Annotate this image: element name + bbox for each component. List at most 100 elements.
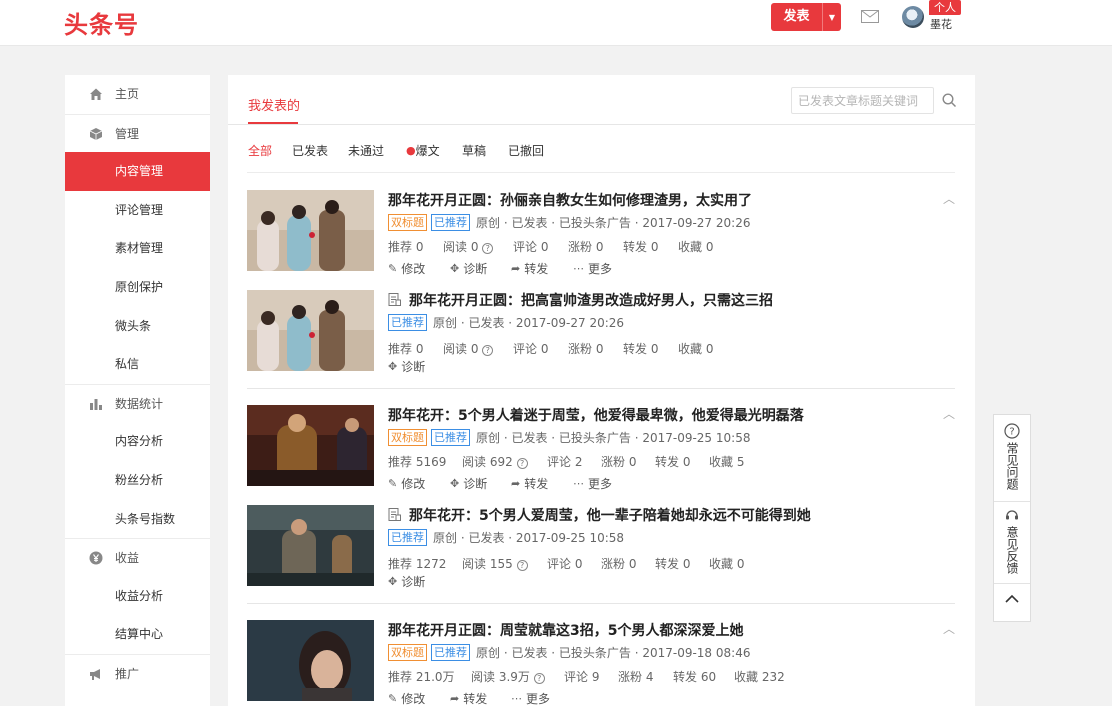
search-input[interactable] bbox=[791, 87, 934, 114]
feedback-button[interactable]: 意见反馈 bbox=[994, 507, 1030, 574]
filter-rejected[interactable]: 未通过 bbox=[348, 142, 406, 159]
yen-icon bbox=[89, 551, 103, 565]
filter-published[interactable]: 已发表 bbox=[292, 142, 348, 159]
sidebar-item-promotion[interactable]: 推广 bbox=[65, 653, 210, 693]
sidebar-item-content-manage[interactable]: 内容管理 bbox=[65, 152, 210, 191]
tab-my-published[interactable]: 我发表的 bbox=[248, 95, 300, 114]
publish-button[interactable]: 发表 ▼ bbox=[771, 3, 841, 31]
sidebar-item-comment-manage[interactable]: 评论管理 bbox=[65, 191, 210, 230]
divider bbox=[994, 583, 1030, 584]
filter-all[interactable]: 全部 bbox=[248, 142, 292, 159]
edit-button[interactable]: ✎ 修改 bbox=[388, 475, 450, 492]
filter-draft[interactable]: 草稿 bbox=[462, 142, 508, 159]
back-to-top-button[interactable] bbox=[994, 593, 1030, 608]
mail-icon[interactable] bbox=[861, 10, 879, 23]
article-title[interactable]: 那年花开：5个男人着迷于周莹，他爱得最卑微，他爱得最光明磊落 bbox=[388, 405, 804, 425]
pencil-icon: ✎ bbox=[388, 477, 398, 490]
article-meta-text: 原创 · 已发表 · 已投头条广告 · 2017-09-27 20:26 bbox=[476, 216, 751, 230]
avatar[interactable] bbox=[902, 6, 924, 28]
filter-withdrawn[interactable]: 已撤回 bbox=[508, 142, 558, 159]
publish-button-label[interactable]: 发表 bbox=[771, 3, 822, 31]
question-icon[interactable]: ? bbox=[482, 243, 494, 254]
share-button[interactable]: ➦ 转发 bbox=[511, 260, 573, 277]
chevron-up-icon[interactable]: ︿ bbox=[943, 620, 955, 637]
sidebar-item-material-manage[interactable]: 素材管理 bbox=[65, 229, 210, 268]
status-filter-bar: 全部 已发表 未通过 ● 爆文 草稿 已撤回 bbox=[248, 142, 558, 159]
article-thumbnail[interactable] bbox=[247, 620, 374, 701]
article-title[interactable]: 那年花开月正圆：把高富帅渣男改造成好男人，只需这三招 bbox=[409, 293, 773, 309]
stat-comment: 评论 0 bbox=[547, 557, 583, 571]
more-button[interactable]: ⋯ 更多 bbox=[573, 260, 612, 277]
diagnose-button[interactable]: ✥ 诊断 bbox=[450, 260, 511, 277]
diagnose-button[interactable]: ✥ 诊断 bbox=[388, 358, 425, 375]
stat-read-value: 阅读 0 bbox=[443, 240, 479, 254]
sidebar-item-account-index[interactable]: 头条号指数 bbox=[65, 500, 210, 539]
article-title[interactable]: 那年花开月正圆：孙俪亲自教女生如何修理渣男，太实用了 bbox=[388, 190, 752, 210]
question-icon[interactable]: ? bbox=[516, 458, 528, 469]
article-stats: 推荐 0 阅读 0 ? 评论 0 涨粉 0 转发 0 收藏 0 bbox=[388, 238, 713, 255]
share-label: 转发 bbox=[463, 692, 488, 706]
filter-hot[interactable]: ● 爆文 bbox=[406, 142, 462, 159]
article-actions: ✎ 修改 ➦ 转发 ⋯ 更多 bbox=[388, 690, 550, 706]
more-button[interactable]: ⋯ 更多 bbox=[573, 475, 612, 492]
stat-fans: 涨粉 0 bbox=[601, 455, 637, 469]
edit-button[interactable]: ✎ 修改 bbox=[388, 690, 450, 706]
logo[interactable]: 头条号 bbox=[64, 5, 139, 40]
top-header: 头条号 发表 ▼ 个人 墨花 bbox=[0, 0, 1112, 46]
chevron-up-icon[interactable]: ︿ bbox=[943, 190, 955, 207]
sidebar-item-income[interactable]: 收益 bbox=[65, 538, 210, 577]
question-icon[interactable]: ? bbox=[482, 345, 494, 356]
sidebar-item-original-protect[interactable]: 原创保护 bbox=[65, 268, 210, 307]
article-thumbnail[interactable] bbox=[247, 290, 374, 371]
article-thumbnail[interactable] bbox=[247, 190, 374, 271]
chevron-down-icon[interactable]: ▼ bbox=[822, 3, 841, 31]
edit-button[interactable]: ✎ 修改 bbox=[388, 260, 450, 277]
feedback-label: 意见反馈 bbox=[1005, 526, 1019, 574]
sidebar-item-messages[interactable]: 私信 bbox=[65, 345, 210, 384]
article-thumbnail[interactable] bbox=[247, 405, 374, 486]
megaphone-icon bbox=[90, 668, 100, 680]
article-thumbnail[interactable] bbox=[247, 505, 374, 586]
cube-icon bbox=[89, 127, 103, 140]
more-button[interactable]: ⋯ 更多 bbox=[511, 690, 550, 706]
stat-read-value: 阅读 155 bbox=[462, 557, 513, 571]
faq-button[interactable]: ? 常见问题 bbox=[994, 423, 1030, 490]
question-icon[interactable]: ? bbox=[516, 560, 528, 571]
diagnose-button[interactable]: ✥ 诊断 bbox=[388, 573, 425, 590]
stat-read: 阅读 0 ? bbox=[443, 238, 513, 255]
article-actions: ✥ 诊断 bbox=[388, 358, 425, 375]
sidebar-item-manage[interactable]: 管理 bbox=[65, 113, 210, 153]
stat-favorite: 收藏 232 bbox=[734, 670, 785, 684]
sidebar-item-fans-analysis[interactable]: 粉丝分析 bbox=[65, 461, 210, 500]
more-label: 更多 bbox=[588, 477, 613, 491]
filter-hot-label: 爆文 bbox=[415, 144, 440, 158]
username[interactable]: 墨花 bbox=[930, 16, 952, 32]
chevron-up-icon[interactable]: ︿ bbox=[943, 405, 955, 422]
search-icon[interactable] bbox=[942, 93, 957, 108]
sidebar-item-home[interactable]: 主页 bbox=[65, 75, 210, 114]
article-title[interactable]: 那年花开月正圆：周莹就靠这3招，5个男人都深深爱上她 bbox=[388, 620, 743, 640]
article-actions: ✎ 修改 ✥ 诊断 ➦ 转发 ⋯ 更多 bbox=[388, 260, 612, 277]
article-title[interactable]: 那年花开：5个男人爱周莹，他一辈子陪着她却永远不可能得到她 bbox=[409, 508, 811, 524]
sidebar-item-settlement[interactable]: 结算中心 bbox=[65, 615, 210, 654]
more-icon: ⋯ bbox=[511, 692, 522, 705]
question-icon[interactable]: ? bbox=[533, 673, 545, 684]
share-button[interactable]: ➦ 转发 bbox=[511, 475, 573, 492]
recommended-badge: 已推荐 bbox=[431, 644, 470, 661]
svg-text:?: ? bbox=[1009, 427, 1014, 438]
diagnose-button[interactable]: ✥ 诊断 bbox=[450, 475, 511, 492]
stat-fans: 涨粉 4 bbox=[618, 670, 654, 684]
stat-share: 转发 0 bbox=[655, 557, 691, 571]
share-icon: ➦ bbox=[511, 477, 521, 490]
recommended-badge: 已推荐 bbox=[388, 314, 427, 331]
sidebar-item-micro-toutiao[interactable]: 微头条 bbox=[65, 307, 210, 346]
sidebar-item-income-analysis[interactable]: 收益分析 bbox=[65, 577, 210, 616]
sidebar-item-content-analysis[interactable]: 内容分析 bbox=[65, 422, 210, 461]
double-title-badge: 双标题 bbox=[388, 214, 427, 231]
stat-recommend: 推荐 5169 bbox=[388, 455, 447, 469]
fire-icon: ● bbox=[406, 144, 416, 157]
more-label: 更多 bbox=[526, 692, 551, 706]
share-button[interactable]: ➦ 转发 bbox=[450, 690, 511, 706]
sidebar-item-statistics[interactable]: 数据统计 bbox=[65, 383, 210, 423]
diagnose-icon: ✥ bbox=[388, 575, 398, 588]
